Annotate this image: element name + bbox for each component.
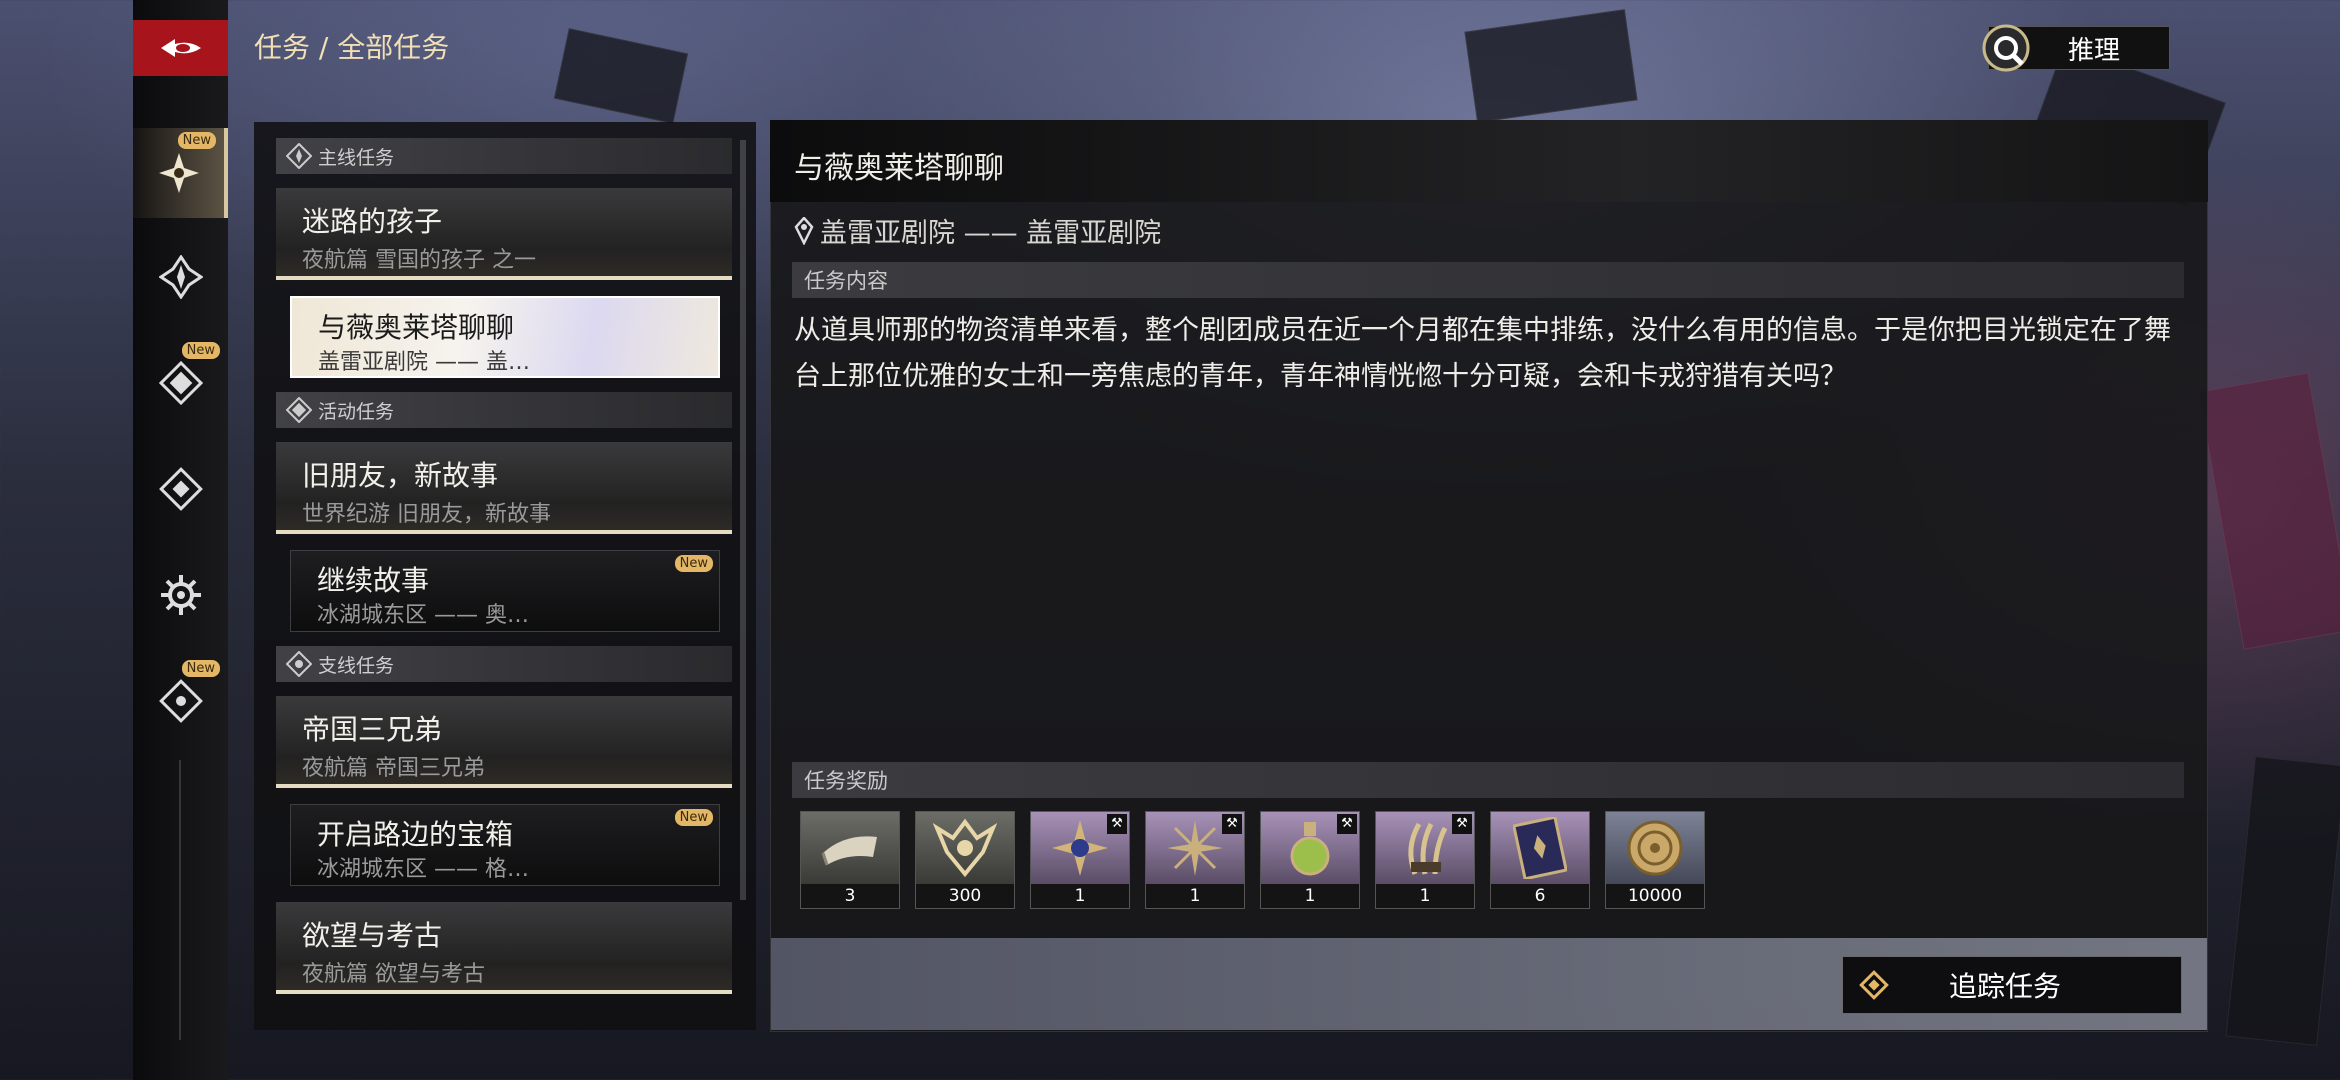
track-quest-label: 追踪任务 (1949, 970, 2062, 1003)
background-shard (1464, 9, 1638, 123)
category-event: 活动任务 (276, 392, 732, 428)
quest-item[interactable]: 旧朋友，新故事 世界纪游 旧朋友，新故事 (276, 442, 732, 534)
reward-item[interactable]: ⚒ 1 (1030, 811, 1130, 909)
category-side: 支线任务 (276, 646, 732, 682)
new-badge: New (674, 809, 713, 826)
event-quest-icon (158, 361, 203, 405)
quest-title: 帝国三兄弟 (302, 713, 443, 746)
reward-count: 1 (1146, 884, 1244, 908)
quest-item[interactable]: 迷路的孩子 夜航篇 雪国的孩子 之一 (276, 188, 732, 280)
back-arrow-icon (160, 39, 201, 57)
background-shard (2225, 755, 2340, 1047)
reason-button-label: 推理 (2067, 35, 2120, 66)
hammer-icon: ⚒ (1452, 814, 1472, 834)
quest-location-text: 盖雷亚剧院 —— 盖雷亚剧院 (820, 218, 1162, 249)
quest-subtitle: 冰湖城东区 —— 奥… (317, 603, 529, 628)
gear-icon (160, 575, 201, 615)
reward-list: 3 300 ⚒ 1 ⚒ 1 ⚒ 1 ⚒ 1 6 10000 (800, 811, 1705, 909)
quest-title: 与薇奥莱塔聊聊 (318, 311, 515, 344)
quest-title: 欲望与考古 (302, 919, 443, 952)
breadcrumb: 任务 / 全部任务 (254, 31, 450, 64)
scroll-icon (821, 836, 877, 866)
track-diamond-icon (1859, 970, 1889, 1000)
quest-title: 继续故事 (317, 564, 430, 597)
main-quest-icon (286, 143, 312, 169)
rail-tab-gear[interactable] (133, 550, 228, 640)
quest-list-scrollbar[interactable] (740, 140, 746, 900)
category-label: 主线任务 (318, 146, 395, 169)
claw-icon (1408, 822, 1448, 875)
reward-item[interactable]: 300 (915, 811, 1015, 909)
background-shard (2198, 372, 2340, 650)
quest-subtitle: 冰湖城东区 —— 格… (317, 857, 529, 882)
quest-item-selected[interactable]: 与薇奥莱塔聊聊 盖雷亚剧院 —— 盖… (290, 296, 720, 378)
rail-tab-all[interactable]: New (133, 128, 228, 218)
reward-item[interactable]: 3 (800, 811, 900, 909)
hammer-icon: ⚒ (1337, 814, 1357, 834)
quest-subtitle: 夜航篇 帝国三兄弟 (302, 756, 485, 781)
content-section-label: 任务内容 (804, 269, 888, 293)
reward-count: 300 (916, 884, 1014, 908)
quest-detail-title: 与薇奥莱塔聊聊 (794, 151, 1004, 186)
rail-tab-diamond[interactable] (133, 444, 228, 534)
reward-item[interactable]: ⚒ 1 (1375, 811, 1475, 909)
reward-item[interactable]: 6 (1490, 811, 1590, 909)
hammer-icon: ⚒ (1107, 814, 1127, 834)
emblem-icon (933, 818, 997, 878)
main-quest-icon (158, 255, 203, 299)
new-badge: New (181, 342, 220, 359)
category-label: 支线任务 (318, 654, 395, 677)
diamond-icon (158, 467, 203, 511)
reward-item[interactable]: ⚒ 1 (1260, 811, 1360, 909)
potion-icon (1290, 822, 1330, 876)
compass-icon (1052, 820, 1108, 876)
quest-item[interactable]: 继续故事 冰湖城东区 —— 奥… New (290, 550, 720, 632)
quest-description: 从道具师那的物资清单来看，整个剧团成员在近一个月都在集中排练，没什么有用的信息。… (794, 315, 2171, 392)
coin-icon (1627, 820, 1683, 876)
book-icon (1513, 817, 1567, 879)
rail-tab-main[interactable] (133, 232, 228, 322)
new-badge: New (674, 555, 713, 572)
reward-count: 3 (801, 884, 899, 908)
flower-icon (158, 153, 199, 193)
quest-subtitle: 夜航篇 欲望与考古 (302, 962, 485, 987)
quest-location: 盖雷亚剧院 —— 盖雷亚剧院 (794, 211, 1161, 250)
quest-title: 开启路边的宝箱 (317, 818, 514, 851)
event-quest-icon (286, 397, 312, 423)
reward-item[interactable]: 10000 (1605, 811, 1705, 909)
quest-subtitle: 夜航篇 雪国的孩子 之一 (302, 248, 536, 273)
content-section-header: 任务内容 (792, 262, 2184, 298)
track-quest-button[interactable]: 追踪任务 (1842, 956, 2182, 1014)
quest-item[interactable]: 欲望与考古 夜航篇 欲望与考古 (276, 902, 732, 994)
rewards-section-label: 任务奖励 (804, 769, 888, 793)
rail-tab-event[interactable]: New (133, 338, 228, 428)
reward-item[interactable]: ⚒ 1 (1145, 811, 1245, 909)
quest-item[interactable]: 开启路边的宝箱 冰湖城东区 —— 格… New (290, 804, 720, 886)
quest-subtitle: 世界纪游 旧朋友，新故事 (302, 502, 551, 527)
reward-count: 1 (1261, 884, 1359, 908)
new-badge: New (181, 660, 220, 677)
category-main: 主线任务 (276, 138, 732, 174)
quest-title: 迷路的孩子 (302, 205, 443, 238)
rail-tab-side[interactable]: New (133, 656, 228, 746)
location-pin-icon (794, 216, 814, 245)
side-quest-icon (286, 651, 312, 677)
back-button[interactable] (133, 20, 228, 76)
magnifier-icon (1982, 24, 2030, 72)
category-label: 活动任务 (318, 400, 395, 423)
reward-count: 6 (1491, 884, 1589, 908)
reward-count: 1 (1031, 884, 1129, 908)
rewards-section-header: 任务奖励 (792, 762, 2184, 798)
new-badge: New (177, 132, 216, 149)
rail-divider (179, 760, 181, 1040)
reward-count: 10000 (1606, 884, 1704, 908)
hammer-icon: ⚒ (1222, 814, 1242, 834)
reward-count: 1 (1376, 884, 1474, 908)
quest-title: 旧朋友，新故事 (302, 459, 499, 492)
background-shard (553, 28, 689, 124)
quest-item[interactable]: 帝国三兄弟 夜航篇 帝国三兄弟 (276, 696, 732, 788)
side-quest-icon (158, 679, 203, 723)
star-weapon-icon (1167, 820, 1223, 876)
quest-subtitle: 盖雷亚剧院 —— 盖… (318, 350, 530, 375)
